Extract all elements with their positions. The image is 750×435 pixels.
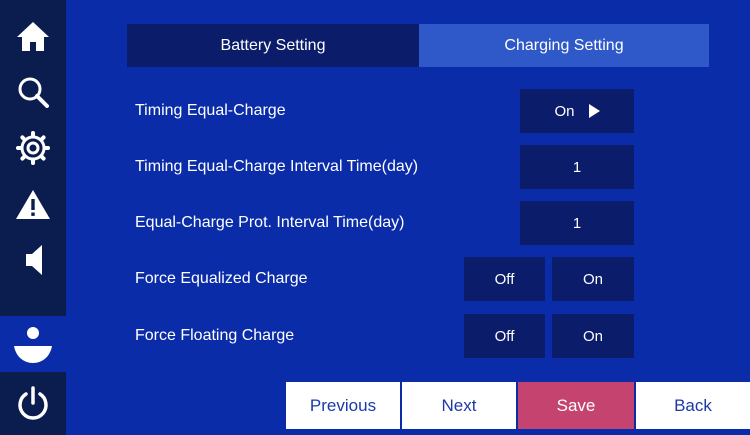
force-equalized-charge-label: Force Equalized Charge — [135, 270, 308, 287]
sidebar-settings-button[interactable] — [0, 120, 66, 176]
interval-time-input[interactable]: 1 — [520, 145, 634, 189]
back-button[interactable]: Back — [636, 382, 750, 429]
sidebar-sound-button[interactable] — [0, 232, 66, 288]
force-equalized-off-button[interactable]: Off — [464, 257, 545, 301]
search-icon — [18, 77, 49, 108]
prot-interval-time-label: Equal-Charge Prot. Interval Time(day) — [135, 214, 405, 231]
timing-equal-charge-value: On — [554, 102, 575, 120]
sidebar-power-button[interactable] — [0, 376, 66, 432]
power-icon — [18, 386, 48, 420]
interval-time-label: Timing Equal-Charge Interval Time(day) — [135, 158, 419, 175]
warning-icon — [16, 190, 50, 219]
sidebar-alarm-button[interactable] — [0, 176, 66, 232]
force-floating-charge-label: Force Floating Charge — [135, 327, 295, 344]
next-button[interactable]: Next — [402, 382, 516, 429]
speaker-icon — [26, 245, 42, 275]
prot-interval-time-input[interactable]: 1 — [520, 201, 634, 245]
force-equalized-on-button[interactable]: On — [552, 257, 634, 301]
tab-battery-setting[interactable]: Battery Setting — [127, 24, 419, 67]
save-button[interactable]: Save — [518, 382, 634, 429]
gear-icon — [16, 131, 50, 165]
sidebar — [0, 0, 66, 435]
previous-button[interactable]: Previous — [286, 382, 400, 429]
timing-equal-charge-toggle[interactable]: On — [520, 89, 634, 133]
force-floating-off-button[interactable]: Off — [464, 314, 545, 358]
user-icon — [14, 327, 52, 363]
sidebar-home-button[interactable] — [0, 8, 66, 64]
sidebar-user-button[interactable] — [0, 316, 66, 372]
timing-equal-charge-label: Timing Equal-Charge — [135, 102, 286, 119]
sidebar-search-button[interactable] — [0, 64, 66, 120]
force-floating-on-button[interactable]: On — [552, 314, 634, 358]
home-icon — [17, 22, 49, 51]
play-arrow-icon — [588, 104, 600, 118]
tab-charging-setting[interactable]: Charging Setting — [419, 24, 709, 67]
